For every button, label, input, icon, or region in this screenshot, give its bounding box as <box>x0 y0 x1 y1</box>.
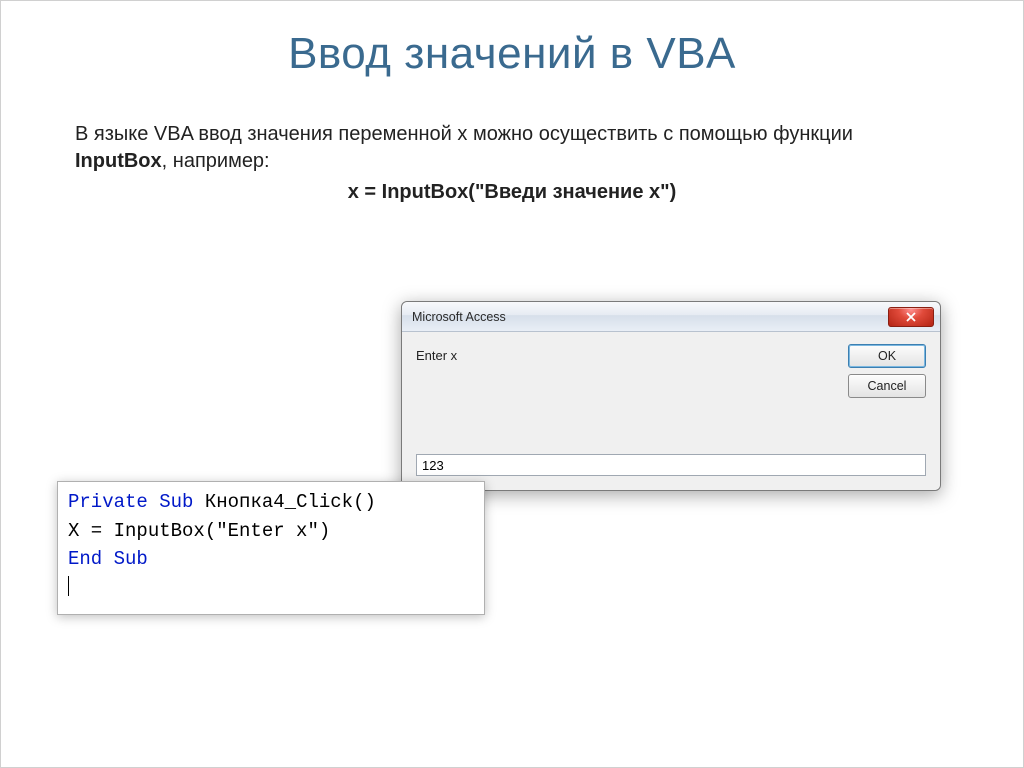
keyword-end: End <box>68 548 102 570</box>
keyword-sub-2: Sub <box>114 548 148 570</box>
cancel-button[interactable]: Cancel <box>848 374 926 398</box>
slide: Ввод значений в VBA В языке VBA ввод зна… <box>0 0 1024 768</box>
sub-signature: Кнопка4_Click() <box>193 491 375 513</box>
close-icon <box>905 312 917 322</box>
vba-code-editor[interactable]: Private Sub Кнопка4_Click() X = InputBox… <box>57 481 485 615</box>
code-line-2: X = InputBox("Enter x") <box>68 520 330 542</box>
func-name: InputBox <box>75 150 162 172</box>
ok-button[interactable]: OK <box>848 344 926 368</box>
close-button[interactable] <box>888 307 934 327</box>
example-code-line: x = InputBox("Введи значение х") <box>75 179 949 206</box>
para-text-2: , например: <box>162 150 270 172</box>
page-title: Ввод значений в VBA <box>1 29 1023 79</box>
dialog-body: Enter x OK Cancel <box>402 332 940 490</box>
keyword-private: Private <box>68 491 148 513</box>
keyword-sub: Sub <box>159 491 193 513</box>
description-paragraph: В языке VBA ввод значения переменной х м… <box>75 121 949 206</box>
text-cursor <box>68 576 69 596</box>
dialog-title: Microsoft Access <box>412 310 888 324</box>
dialog-titlebar[interactable]: Microsoft Access <box>402 302 940 332</box>
dialog-input[interactable] <box>416 454 926 476</box>
dialog-prompt: Enter x <box>416 344 834 363</box>
inputbox-dialog: Microsoft Access Enter x OK Cancel <box>401 301 941 491</box>
para-text-1: В языке VBA ввод значения переменной х м… <box>75 123 853 145</box>
